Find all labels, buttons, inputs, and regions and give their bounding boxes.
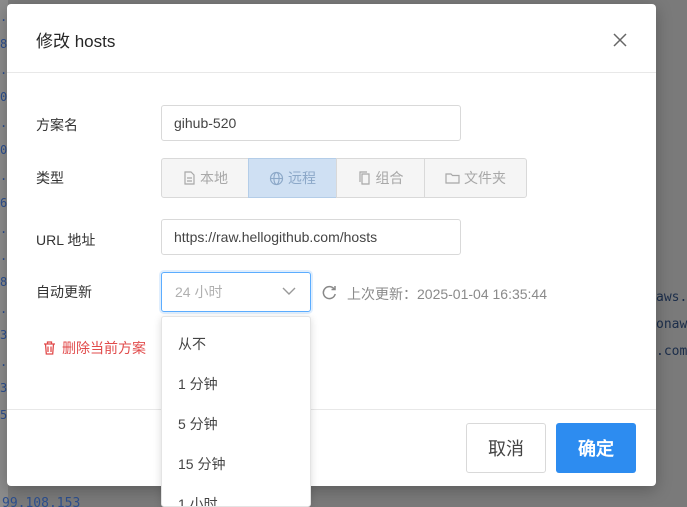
type-option-remote[interactable]: 远程	[248, 158, 337, 198]
auto-update-dropdown: 从不 1 分钟 5 分钟 15 分钟 1 小时	[161, 316, 311, 507]
last-update-text: 上次更新：2025-01-04 16:35:44	[347, 286, 547, 302]
folder-icon	[445, 173, 460, 184]
edit-hosts-dialog: 修改 hosts 方案名 gihub-520 类型 本地 远程 组合 文件夹 U…	[7, 4, 656, 486]
url-input[interactable]: https://raw.hellogithub.com/hosts	[161, 219, 461, 255]
dialog-header: 修改 hosts	[7, 4, 656, 73]
background-text-fragment: 99.108.153	[2, 496, 81, 507]
close-button[interactable]	[608, 28, 632, 52]
footer-divider	[7, 409, 656, 410]
dropdown-option-5-minutes[interactable]: 5 分钟	[162, 404, 310, 444]
type-option-local[interactable]: 本地	[161, 158, 249, 198]
copy-icon	[358, 171, 370, 185]
dropdown-option-15-minutes[interactable]: 15 分钟	[162, 444, 310, 484]
delete-scheme-button[interactable]: 删除当前方案	[43, 338, 146, 358]
type-option-label: 组合	[375, 170, 404, 186]
scheme-name-input[interactable]: gihub-520	[161, 105, 461, 141]
type-option-combine[interactable]: 组合	[336, 158, 425, 198]
scheme-name-label: 方案名	[36, 117, 78, 133]
cancel-button[interactable]: 取消	[466, 423, 546, 473]
dropdown-option-never[interactable]: 从不	[162, 324, 310, 364]
trash-icon	[44, 341, 55, 355]
background-text-fragment: aws.	[656, 290, 687, 305]
file-icon	[184, 171, 195, 185]
close-icon	[613, 33, 627, 47]
dialog-title: 修改 hosts	[36, 32, 116, 51]
type-radio-group: 本地 远程 组合 文件夹	[161, 158, 527, 198]
auto-update-selected-value: 24 小时	[175, 284, 223, 300]
type-option-label: 本地	[200, 170, 228, 186]
confirm-button[interactable]: 确定	[556, 423, 636, 473]
url-label: URL 地址	[36, 232, 96, 248]
chevron-down-icon	[282, 287, 296, 295]
background-text-fragment: onaw	[656, 317, 687, 332]
type-option-label: 远程	[288, 170, 316, 186]
type-label: 类型	[36, 170, 64, 186]
dropdown-option-1-hour[interactable]: 1 小时	[162, 484, 310, 506]
refresh-icon[interactable]	[322, 285, 337, 300]
dropdown-option-1-minute[interactable]: 1 分钟	[162, 364, 310, 404]
auto-update-select[interactable]: 24 小时	[161, 272, 311, 312]
type-option-folder[interactable]: 文件夹	[424, 158, 527, 198]
type-option-label: 文件夹	[464, 170, 506, 186]
auto-update-label: 自动更新	[36, 284, 92, 300]
background-text-fragment: .com	[656, 344, 687, 359]
delete-scheme-label: 删除当前方案	[62, 340, 146, 356]
globe-icon	[269, 171, 284, 185]
